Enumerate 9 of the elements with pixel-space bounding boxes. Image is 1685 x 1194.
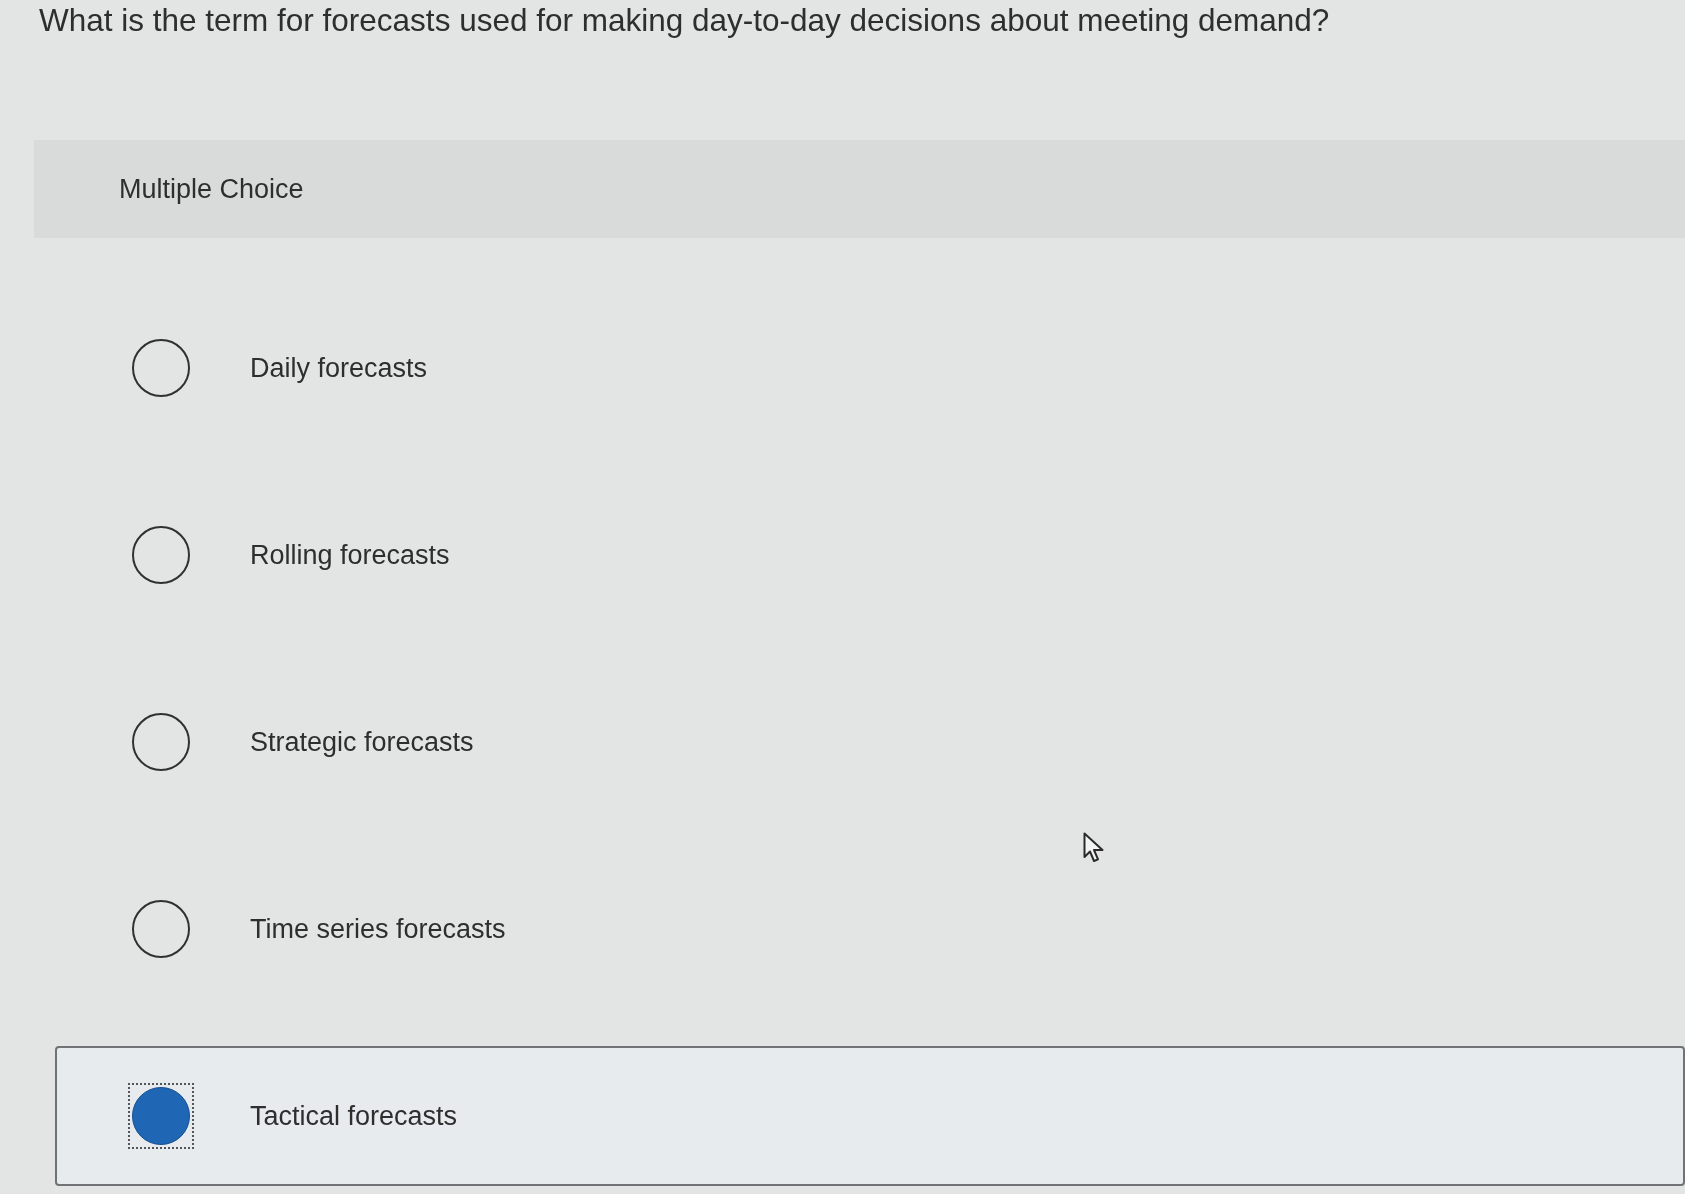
question-text: What is the term for forecasts used for making day-to-day decisions about meeting demand? <box>39 1 1330 39</box>
option-label[interactable]: Tactical forecasts <box>250 1099 458 1133</box>
option-label[interactable]: Rolling forecasts <box>250 538 450 572</box>
radio-button[interactable] <box>128 1083 194 1149</box>
option-label[interactable]: Strategic forecasts <box>250 725 474 759</box>
option-label[interactable]: Time series forecasts <box>250 912 506 946</box>
question-type-label: Multiple Choice <box>119 173 304 206</box>
cursor-icon <box>1083 832 1105 863</box>
option-label[interactable]: Daily forecasts <box>250 351 428 385</box>
